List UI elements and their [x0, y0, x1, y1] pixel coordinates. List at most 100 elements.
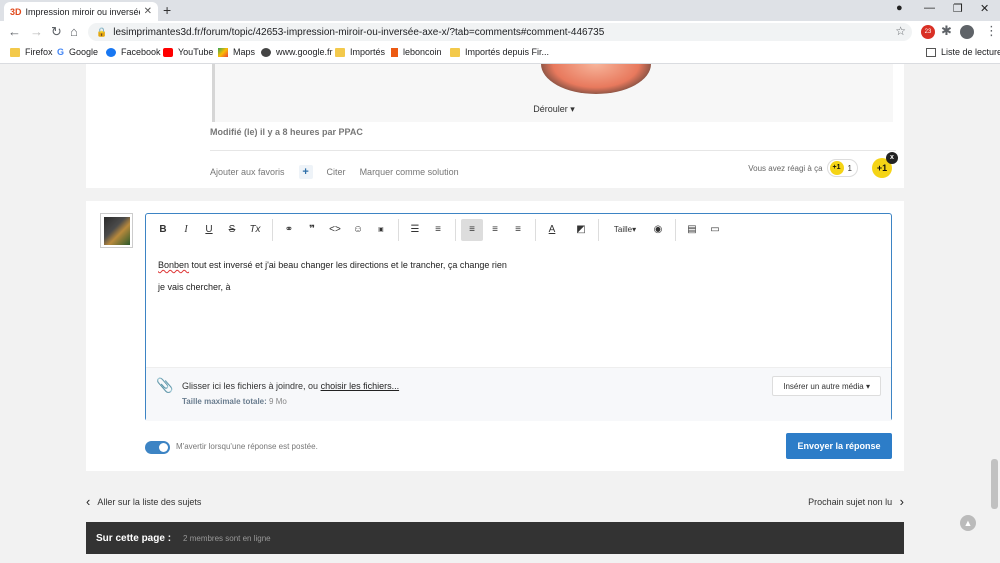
- tab-close-icon[interactable]: ✕: [144, 6, 152, 17]
- folder-icon: [10, 47, 20, 57]
- emoji-icon[interactable]: ☺: [347, 219, 369, 241]
- bookmark-youtube[interactable]: YouTube: [163, 47, 213, 57]
- align-left-icon[interactable]: ≡: [461, 218, 483, 241]
- next-unread-link[interactable]: Prochain sujet non lu ›: [808, 494, 904, 509]
- choose-files-link[interactable]: choisir les fichiers...: [321, 381, 400, 391]
- bold-icon[interactable]: B: [152, 219, 174, 241]
- scrollbar-thumb[interactable]: [991, 459, 998, 509]
- avatar[interactable]: [100, 213, 133, 248]
- forward-icon[interactable]: →: [30, 24, 43, 40]
- max-size-note: Taille maximale totale: 9 Mo: [182, 397, 287, 406]
- bookmark-maps[interactable]: Maps: [218, 47, 255, 57]
- bookmarks-bar: Firefox G Google Facebook YouTube Maps ww…: [0, 43, 1000, 64]
- home-icon[interactable]: ⌂: [70, 24, 78, 40]
- tab-title: Impression miroir ou inversée Axe: [25, 6, 140, 17]
- reload-icon[interactable]: ↻: [51, 24, 62, 40]
- text-color-icon[interactable]: A: [541, 219, 563, 241]
- bookmark-leboncoin[interactable]: leboncoin: [391, 47, 442, 57]
- bookmark-facebook[interactable]: Facebook: [106, 47, 161, 57]
- react-button[interactable]: +1 x: [872, 152, 898, 178]
- post-actions: Ajouter aux favoris + Citer Marquer comm…: [210, 165, 473, 179]
- google-icon: G: [57, 47, 65, 57]
- toolbar-divider: [598, 218, 599, 241]
- extension-badge-icon[interactable]: 23: [921, 25, 935, 39]
- reply-card: B I U S Tx ⚭ ❞ <> ☺ ▣ ☰ ≡ ≡ ≡ ≡ A ◩ Tail…: [86, 201, 904, 471]
- scroll-to-top-icon[interactable]: ▲: [960, 515, 976, 531]
- clear-format-icon[interactable]: Tx: [244, 219, 266, 241]
- source-icon[interactable]: ▭: [704, 219, 726, 241]
- tab-search-icon[interactable]: ●: [896, 2, 903, 14]
- page-scrollbar[interactable]: [990, 64, 1000, 563]
- notify-toggle[interactable]: [145, 441, 170, 454]
- paste-plain-icon[interactable]: ▤: [681, 219, 703, 241]
- code-icon[interactable]: <>: [324, 219, 346, 241]
- numbered-list-icon[interactable]: ≡: [427, 219, 449, 241]
- align-right-icon[interactable]: ≡: [507, 219, 529, 241]
- youtube-icon: [163, 47, 173, 57]
- restore-icon[interactable]: ❐: [953, 2, 963, 15]
- preview-eye-icon[interactable]: ◉: [647, 219, 669, 241]
- reaction-count-pill[interactable]: +1 1: [826, 159, 858, 177]
- align-center-icon[interactable]: ≡: [484, 219, 506, 241]
- plus-one-icon: +1: [829, 161, 844, 175]
- link-icon[interactable]: ⚭: [278, 219, 300, 241]
- attach-instructions: Glisser ici les fichiers à joindre, ou c…: [182, 381, 400, 391]
- italic-icon[interactable]: I: [175, 219, 197, 241]
- url-text: lesimprimantes3d.fr/forum/topic/42653-im…: [113, 26, 605, 38]
- footer-subtitle: 2 membres sont en ligne: [183, 533, 271, 543]
- background-color-icon[interactable]: ◩: [570, 219, 592, 241]
- profile-avatar-icon[interactable]: [960, 25, 974, 39]
- bookmark-firefox[interactable]: Firefox: [10, 47, 53, 57]
- send-reply-button[interactable]: Envoyer la réponse: [786, 433, 892, 459]
- toolbar-divider: [455, 218, 456, 241]
- notify-label: M'avertir lorsqu'une réponse est postée.: [176, 442, 318, 451]
- gif-icon[interactable]: ▣: [370, 219, 392, 241]
- attachment-area[interactable]: 📎 Glisser ici les fichiers à joindre, ou…: [146, 367, 891, 421]
- multiquote-plus-button[interactable]: +: [298, 165, 313, 179]
- mark-solution-link[interactable]: Marquer comme solution: [360, 167, 459, 177]
- remove-reaction-icon[interactable]: x: [886, 152, 898, 164]
- back-icon[interactable]: ←: [8, 24, 21, 40]
- font-size-dropdown[interactable]: Taille ▾: [604, 219, 646, 241]
- chevron-right-icon: ›: [899, 494, 904, 509]
- folder-icon: [450, 47, 460, 57]
- reaction-count: 1: [847, 163, 852, 173]
- expand-quote-button[interactable]: Dérouler ▾: [215, 104, 893, 115]
- bookmark-importes[interactable]: Importés: [335, 47, 385, 57]
- bookmark-importes-firefox[interactable]: Importés depuis Fir...: [450, 47, 549, 57]
- address-bar[interactable]: 🔒 lesimprimantes3d.fr/forum/topic/42653-…: [88, 23, 912, 41]
- bookmark-star-icon[interactable]: ☆: [895, 24, 906, 38]
- bullet-list-icon[interactable]: ☰: [404, 219, 426, 241]
- site-favicon: 3D: [10, 6, 22, 17]
- new-tab-icon[interactable]: +: [163, 3, 171, 17]
- toolbar-divider: [675, 218, 676, 241]
- editor-content[interactable]: Bonben tout est inversé et j'ai beau cha…: [158, 254, 507, 298]
- add-favorite-link[interactable]: Ajouter aux favoris: [210, 167, 285, 177]
- browser-tab[interactable]: 3D Impression miroir ou inversée Axe ✕: [4, 2, 158, 21]
- back-to-topics-link[interactable]: ‹ Aller sur la liste des sujets: [86, 494, 201, 509]
- reading-list[interactable]: Liste de lecture: [926, 47, 1000, 57]
- underline-icon[interactable]: U: [198, 219, 220, 241]
- insert-media-button[interactable]: Insérer un autre média ▾: [772, 376, 881, 396]
- browser-tabstrip: 3D Impression miroir ou inversée Axe ✕ +…: [0, 0, 1000, 21]
- close-window-icon[interactable]: ✕: [980, 2, 989, 15]
- chevron-left-icon: ‹: [86, 494, 91, 509]
- extensions-puzzle-icon[interactable]: ✱: [941, 23, 952, 39]
- minimize-icon[interactable]: —: [924, 2, 935, 14]
- lock-icon: 🔒: [96, 26, 108, 37]
- menu-kebab-icon[interactable]: ⋮: [985, 23, 998, 39]
- quote-icon[interactable]: ❞: [301, 219, 323, 241]
- editor-line-1: Bonben tout est inversé et j'ai beau cha…: [158, 260, 507, 270]
- reading-list-icon: [926, 47, 936, 57]
- quote-link[interactable]: Citer: [327, 167, 346, 177]
- facebook-icon: [106, 47, 116, 57]
- editor-line-2: je vais chercher, à: [158, 282, 231, 292]
- bookmark-www-google[interactable]: www.google.fr: [261, 47, 333, 57]
- bookmark-google[interactable]: G Google: [57, 47, 98, 57]
- maps-icon: [218, 47, 228, 57]
- editor-toolbar: B I U S Tx ⚭ ❞ <> ☺ ▣ ☰ ≡ ≡ ≡ ≡ A ◩ Tail…: [146, 214, 891, 245]
- modified-note: Modifié (le) il y a 8 heures par PPAC: [210, 127, 363, 137]
- toolbar-divider: [535, 218, 536, 241]
- strikethrough-icon[interactable]: S: [221, 219, 243, 241]
- caret-down-icon: ▾: [570, 104, 575, 114]
